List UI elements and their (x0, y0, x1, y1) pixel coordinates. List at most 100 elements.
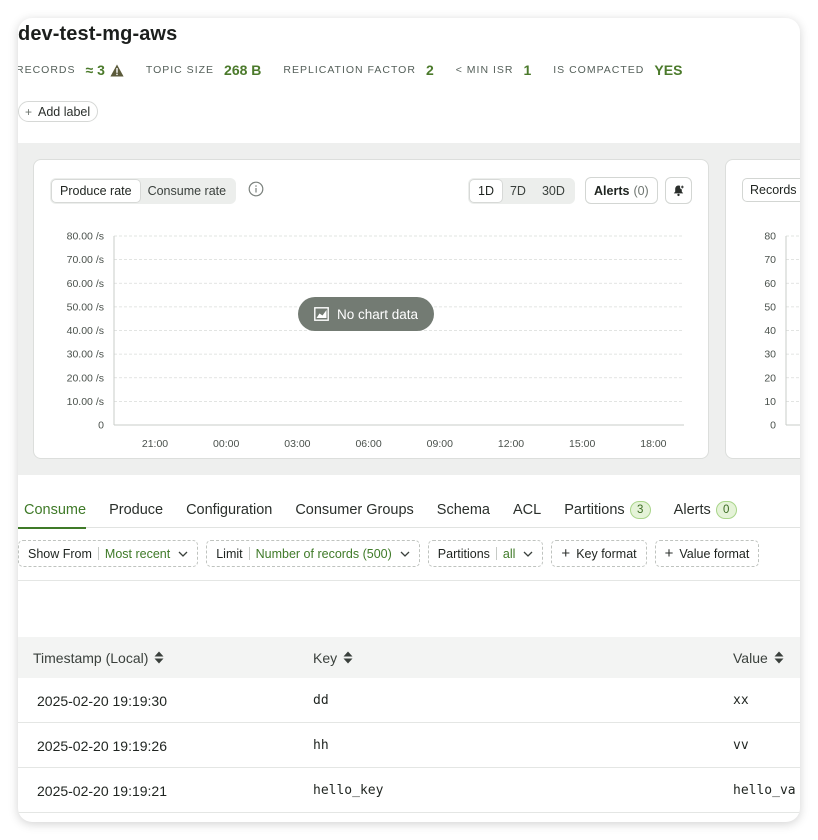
records-value: ≈ 3 (86, 62, 124, 78)
chart-band: Produce rate Consume rate 1D 7D 30D Aler… (18, 143, 800, 475)
key-cell: hh (313, 738, 329, 753)
x-tick-label: 12:00 (498, 438, 524, 450)
records-label: RECORDS (18, 64, 76, 76)
topic-stats: RECORDS ≈ 3 TOPIC SIZE 268 B REPLICATION… (18, 62, 704, 78)
tab-partitions[interactable]: Partitions 3 (564, 492, 651, 528)
records-count: ≈ 3 (85, 62, 105, 78)
tab-configuration[interactable]: Configuration (186, 492, 272, 528)
tab-label: Configuration (186, 502, 273, 518)
show-from-label: Show From (28, 546, 92, 561)
partitions-count-badge: 3 (629, 501, 651, 519)
y-tick-label: 60.00 /s (67, 278, 104, 290)
show-from-value: Most recent (104, 546, 171, 561)
key-format-label: Key format (576, 546, 637, 561)
topic-tabs: Consume Produce Configuration Consumer G… (18, 492, 800, 529)
partitions-label: Partitions (437, 546, 490, 561)
y-tick-label: 0 (770, 420, 776, 432)
column-label: Timestamp (Local) (33, 649, 149, 666)
key-cell: hello_key (313, 783, 384, 798)
min-isr-value: 1 (523, 62, 532, 78)
y-tick-label: 20 (764, 372, 776, 384)
x-tick-label: 03:00 (284, 438, 310, 450)
timestamp-column-header[interactable]: Timestamp (Local) (33, 637, 164, 678)
partitions-value: all (502, 546, 516, 561)
x-tick-label: 00:00 (213, 438, 239, 450)
chevron-down-icon (400, 551, 410, 557)
partitions-filter[interactable]: Partitions all (427, 540, 544, 567)
plus-icon: + (664, 545, 674, 562)
value-cell: vv (733, 738, 749, 753)
tab-label: Produce (109, 502, 164, 518)
y-tick-label: 40 (764, 325, 776, 337)
y-tick-label: 50.00 /s (67, 301, 104, 313)
divider (18, 580, 800, 581)
plus-icon: + (25, 104, 33, 119)
key-cell: dd (313, 693, 329, 708)
no-chart-data-pill: No chart data (298, 297, 435, 331)
tab-consumer-groups[interactable]: Consumer Groups (295, 492, 413, 528)
show-from-filter[interactable]: Show From Most recent (18, 540, 199, 567)
filter-divider (248, 547, 250, 560)
key-column-header[interactable]: Key (313, 637, 353, 678)
consume-filters: Show From Most recent Limit Number of re… (18, 540, 767, 568)
records-chart: 0 10 20 30 40 50 60 70 80 (764, 231, 800, 432)
y-tick-label: 10.00 /s (67, 396, 104, 408)
tab-label: Consumer Groups (295, 502, 414, 518)
throughput-chart-card: Produce rate Consume rate 1D 7D 30D Aler… (33, 159, 709, 459)
chevron-down-icon (178, 551, 188, 557)
tab-produce[interactable]: Produce (109, 492, 163, 528)
filter-divider (97, 547, 99, 560)
y-tick-label: 40.00 /s (67, 325, 104, 337)
tab-alerts[interactable]: Alerts 0 (674, 492, 737, 528)
add-label-text: Add label (38, 104, 91, 119)
value-column-header[interactable]: Value (733, 637, 784, 678)
y-tick-label: 20.00 /s (67, 372, 104, 384)
topic-size-value: 268 B (224, 62, 262, 78)
y-tick-label: 70.00 /s (67, 254, 104, 266)
y-tick-label: 60 (764, 278, 776, 290)
y-tick-label: 80.00 /s (67, 231, 104, 243)
tab-label: Consume (24, 502, 87, 518)
value-format-button[interactable]: + Value format (654, 540, 760, 567)
sort-icon (154, 651, 164, 664)
add-label-button[interactable]: + Add label (18, 101, 99, 122)
y-tick-label: 30 (764, 349, 776, 361)
x-tick-label: 18:00 (640, 438, 666, 450)
filter-divider (495, 547, 497, 560)
y-tick-label: 10 (764, 396, 776, 408)
tab-acl[interactable]: ACL (513, 492, 541, 528)
table-row[interactable]: 2025-02-20 19:19:21 hello_key hello_va (18, 768, 800, 813)
y-tick-label: 50 (764, 301, 776, 313)
records-chart-card: Records 0 10 20 30 40 50 60 70 80 (725, 159, 800, 459)
x-tick-label: 15:00 (569, 438, 595, 450)
timestamp-cell: 2025-02-20 19:19:21 (37, 782, 167, 799)
replication-factor-label: REPLICATION FACTOR (283, 64, 416, 76)
tab-consume[interactable]: Consume (18, 492, 87, 529)
table-row[interactable]: 2025-02-20 19:19:30 dd xx (18, 678, 800, 723)
table-row[interactable]: 2025-02-20 19:19:26 hh vv (18, 723, 800, 768)
x-tick-label: 06:00 (355, 438, 381, 450)
tab-label: Partitions (564, 502, 625, 518)
messages-table-header: Timestamp (Local) Key Value (18, 637, 800, 678)
warning-icon (110, 64, 124, 76)
replication-factor-value: 2 (425, 62, 434, 78)
chevron-down-icon (523, 551, 533, 557)
no-chart-data-text: No chart data (337, 306, 419, 322)
tab-label: ACL (513, 502, 542, 518)
y-tick-label: 80 (764, 231, 776, 243)
topic-size-label: TOPIC SIZE (145, 64, 215, 76)
key-format-button[interactable]: + Key format (551, 540, 647, 567)
is-compacted-label: IS COMPACTED (553, 64, 645, 76)
x-tick-label: 09:00 (427, 438, 453, 450)
y-tick-label: 70 (764, 254, 776, 266)
y-tick-label: 30.00 /s (67, 349, 104, 361)
limit-label: Limit (216, 546, 243, 561)
chart-icon (314, 307, 329, 321)
tab-label: Alerts (673, 502, 711, 518)
limit-filter[interactable]: Limit Number of records (500) (206, 540, 420, 567)
topic-window: dev-test-mg-aws RECORDS ≈ 3 TOPIC SIZE 2… (18, 18, 800, 822)
tab-schema[interactable]: Schema (437, 492, 490, 528)
page-title: dev-test-mg-aws (18, 23, 178, 45)
alerts-count-badge: 0 (715, 501, 737, 519)
value-format-label: Value format (679, 546, 750, 561)
